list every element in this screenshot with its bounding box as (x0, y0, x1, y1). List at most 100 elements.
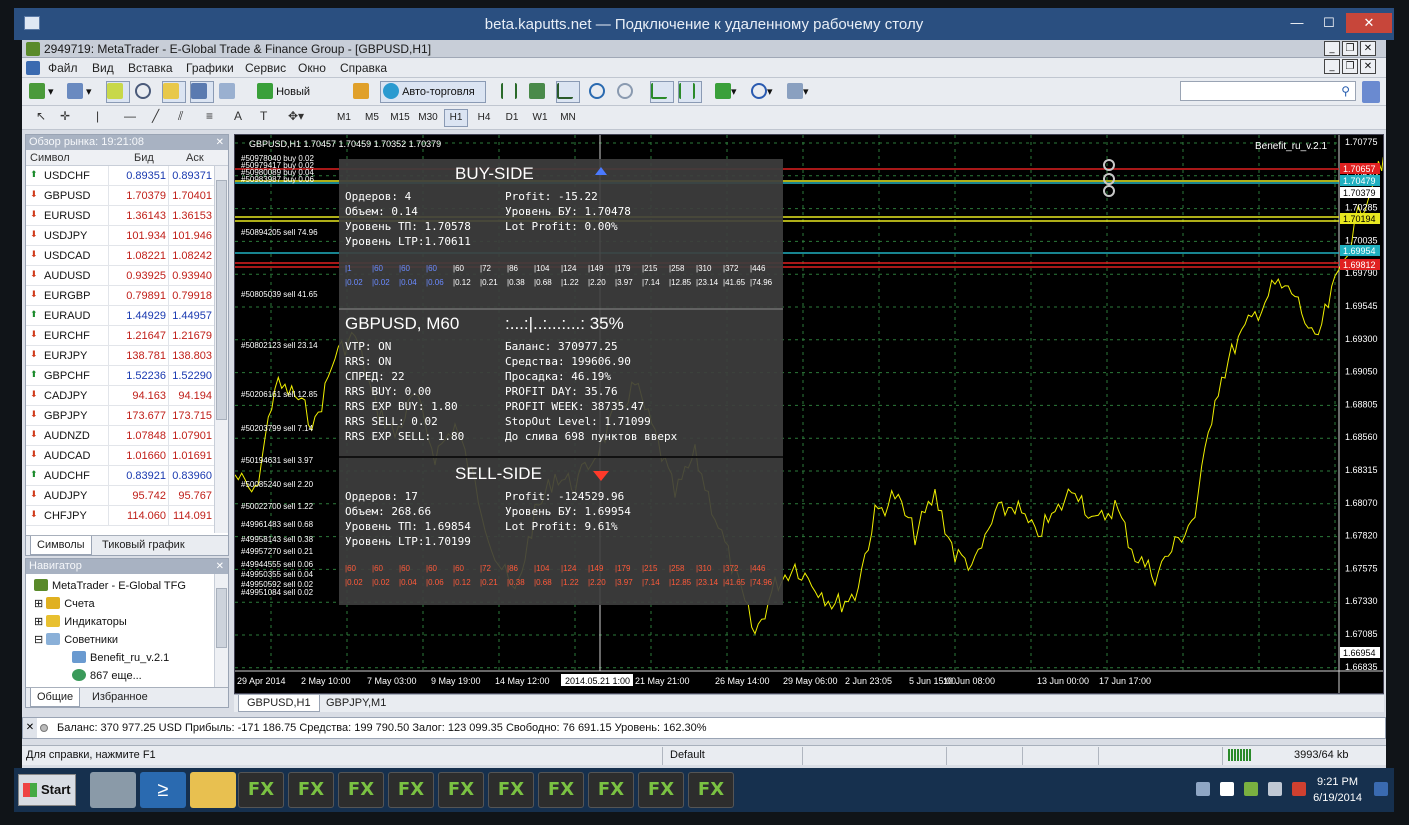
market-watch-close-icon[interactable]: ✕ (216, 135, 224, 150)
price-chart[interactable]: GBPUSD,H1 1.70457 1.70459 1.70352 1.7037… (235, 135, 1384, 694)
rdp-minimize-button[interactable]: — (1282, 13, 1312, 33)
metaeditor-button[interactable] (352, 81, 374, 103)
taskbar-metatrader-button[interactable]: FX (688, 772, 734, 808)
scroll-thumb[interactable] (216, 180, 227, 420)
navigator-toggle[interactable] (162, 81, 186, 103)
tf-m1[interactable]: M1 (332, 109, 356, 127)
taskbar-metatrader-button[interactable]: FX (488, 772, 534, 808)
market-watch-row[interactable]: ⬇ GBPJPY 173.677 173.715 (26, 406, 228, 426)
tf-d1[interactable]: D1 (500, 109, 524, 127)
cursor-tool-icon[interactable]: ↖ (36, 109, 46, 123)
community-button[interactable] (1362, 81, 1380, 103)
bar-chart-button[interactable] (500, 81, 524, 103)
market-watch-toggle[interactable] (106, 81, 130, 103)
col-symbol[interactable]: Символ (30, 152, 70, 164)
data-window-toggle[interactable] (134, 81, 158, 103)
tab-favorites[interactable]: Избранное (86, 688, 154, 707)
navigator-close-icon[interactable]: ✕ (216, 559, 224, 574)
vertical-line-icon[interactable]: | (96, 109, 99, 123)
market-watch-row[interactable]: ⬇ EURGBP 0.79891 0.79918 (26, 286, 228, 306)
tray-clock[interactable]: 9:21 PM 6/19/2014 (1313, 774, 1362, 806)
nav-experts[interactable]: ⊟ Советники (34, 633, 118, 646)
market-watch-row[interactable]: ⬇ USDCAD 1.08221 1.08242 (26, 246, 228, 266)
trendline-icon[interactable]: ╱ (152, 109, 159, 123)
menu-tools[interactable]: Сервис (245, 61, 286, 75)
mt-restore-button[interactable]: ❐ (1342, 41, 1358, 56)
tray-monitor-icon[interactable] (1268, 782, 1282, 796)
autoscroll-button[interactable] (650, 81, 674, 103)
rdp-maximize-button[interactable]: ☐ (1314, 13, 1344, 33)
tab-common[interactable]: Общие (30, 688, 81, 707)
chart-close-button[interactable]: ✕ (1360, 59, 1376, 74)
rdp-close-button[interactable]: ✕ (1346, 13, 1392, 33)
search-input[interactable]: ⚲ (1180, 81, 1356, 101)
auto-trading-button[interactable]: Авто-торговля (380, 81, 486, 103)
tf-mn[interactable]: MN (556, 109, 580, 127)
text-tool-icon[interactable]: A (234, 109, 242, 123)
crosshair-tool-icon[interactable]: ✛ (60, 109, 70, 123)
market-watch-row[interactable]: ⬇ EURCHF 1.21647 1.21679 (26, 326, 228, 346)
market-watch-row[interactable]: ⬇ EURJPY 138.781 138.803 (26, 346, 228, 366)
mt-minimize-button[interactable]: _ (1324, 41, 1340, 56)
market-watch-scrollbar[interactable] (214, 166, 228, 533)
start-button[interactable]: Start (18, 774, 76, 806)
menu-file[interactable]: Файл (48, 61, 78, 75)
tray-flag-icon[interactable] (1220, 782, 1234, 796)
market-watch-row[interactable]: ⬇ USDJPY 101.934 101.946 (26, 226, 228, 246)
tray-volume-icon[interactable] (1292, 782, 1306, 796)
show-desktop-icon[interactable] (1374, 782, 1388, 796)
text-label-icon[interactable]: T (260, 109, 267, 123)
terminal-close-icon[interactable]: ✕ (23, 718, 37, 738)
mt-close-button[interactable]: ✕ (1360, 41, 1376, 56)
taskbar-metatrader-button[interactable]: FX (638, 772, 684, 808)
market-watch-row[interactable]: ⬇ AUDUSD 0.93925 0.93940 (26, 266, 228, 286)
tf-m15[interactable]: M15 (388, 109, 412, 127)
zoom-in-button[interactable] (588, 81, 612, 103)
taskbar-metatrader-button[interactable]: FX (388, 772, 434, 808)
taskbar-powershell[interactable]: ≥ (140, 772, 186, 808)
indicators-button[interactable]: ▾ (714, 81, 746, 103)
tray-security-icon[interactable] (1244, 782, 1258, 796)
tab-symbols[interactable]: Символы (30, 536, 92, 555)
arrows-tool-icon[interactable]: ✥▾ (288, 109, 304, 123)
tf-h4[interactable]: H4 (472, 109, 496, 127)
templates-button[interactable]: ▾ (786, 81, 818, 103)
chart-minimize-button[interactable]: _ (1324, 59, 1340, 74)
market-watch-row[interactable]: ⬇ AUDCAD 1.01660 1.01691 (26, 446, 228, 466)
nav-more[interactable]: 867 еще... (72, 669, 142, 682)
market-watch-row[interactable]: ⬇ EURUSD 1.36143 1.36153 (26, 206, 228, 226)
chart-restore-button[interactable]: ❐ (1342, 59, 1358, 74)
fibonacci-icon[interactable]: ≡ (206, 109, 213, 123)
nav-indicators[interactable]: ⊞ Индикаторы (34, 615, 127, 628)
taskbar-metatrader-button[interactable]: FX (288, 772, 334, 808)
candlestick-button[interactable] (528, 81, 552, 103)
menu-view[interactable]: Вид (92, 61, 114, 75)
menu-window[interactable]: Окно (298, 61, 326, 75)
chart-shift-button[interactable] (678, 81, 702, 103)
taskbar-metatrader-button[interactable]: FX (438, 772, 484, 808)
market-watch-row[interactable]: ⬇ GBPUSD 1.70379 1.70401 (26, 186, 228, 206)
taskbar-metatrader-button[interactable]: FX (338, 772, 384, 808)
taskbar-metatrader-button[interactable]: FX (538, 772, 584, 808)
line-chart-button[interactable] (556, 81, 580, 103)
menu-insert[interactable]: Вставка (128, 61, 173, 75)
tf-h1[interactable]: H1 (444, 109, 468, 127)
taskbar-explorer[interactable] (190, 772, 236, 808)
strategy-tester-toggle[interactable] (218, 81, 242, 103)
terminal-toggle[interactable] (190, 81, 214, 103)
col-ask[interactable]: Аск (186, 152, 204, 164)
market-watch-row[interactable]: ⬆ AUDCHF 0.83921 0.83960 (26, 466, 228, 486)
navigator-scroll-thumb[interactable] (216, 588, 227, 648)
tf-w1[interactable]: W1 (528, 109, 552, 127)
chart-tab-gbpusd[interactable]: GBPUSD,H1 (238, 695, 320, 712)
tf-m5[interactable]: M5 (360, 109, 384, 127)
new-chart-button[interactable]: ▾ (28, 81, 62, 103)
market-watch-row[interactable]: ⬇ CADJPY 94.163 94.194 (26, 386, 228, 406)
taskbar-server-manager[interactable] (90, 772, 136, 808)
navigator-scrollbar[interactable] (214, 574, 228, 687)
nav-accounts[interactable]: ⊞ Счета (34, 597, 95, 610)
market-watch-row[interactable]: ⬆ EURAUD 1.44929 1.44957 (26, 306, 228, 326)
col-bid[interactable]: Бид (134, 152, 154, 164)
chart-tab-gbpjpy[interactable]: GBPJPY,M1 (318, 695, 394, 712)
channel-icon[interactable]: ⫽ (178, 109, 183, 124)
